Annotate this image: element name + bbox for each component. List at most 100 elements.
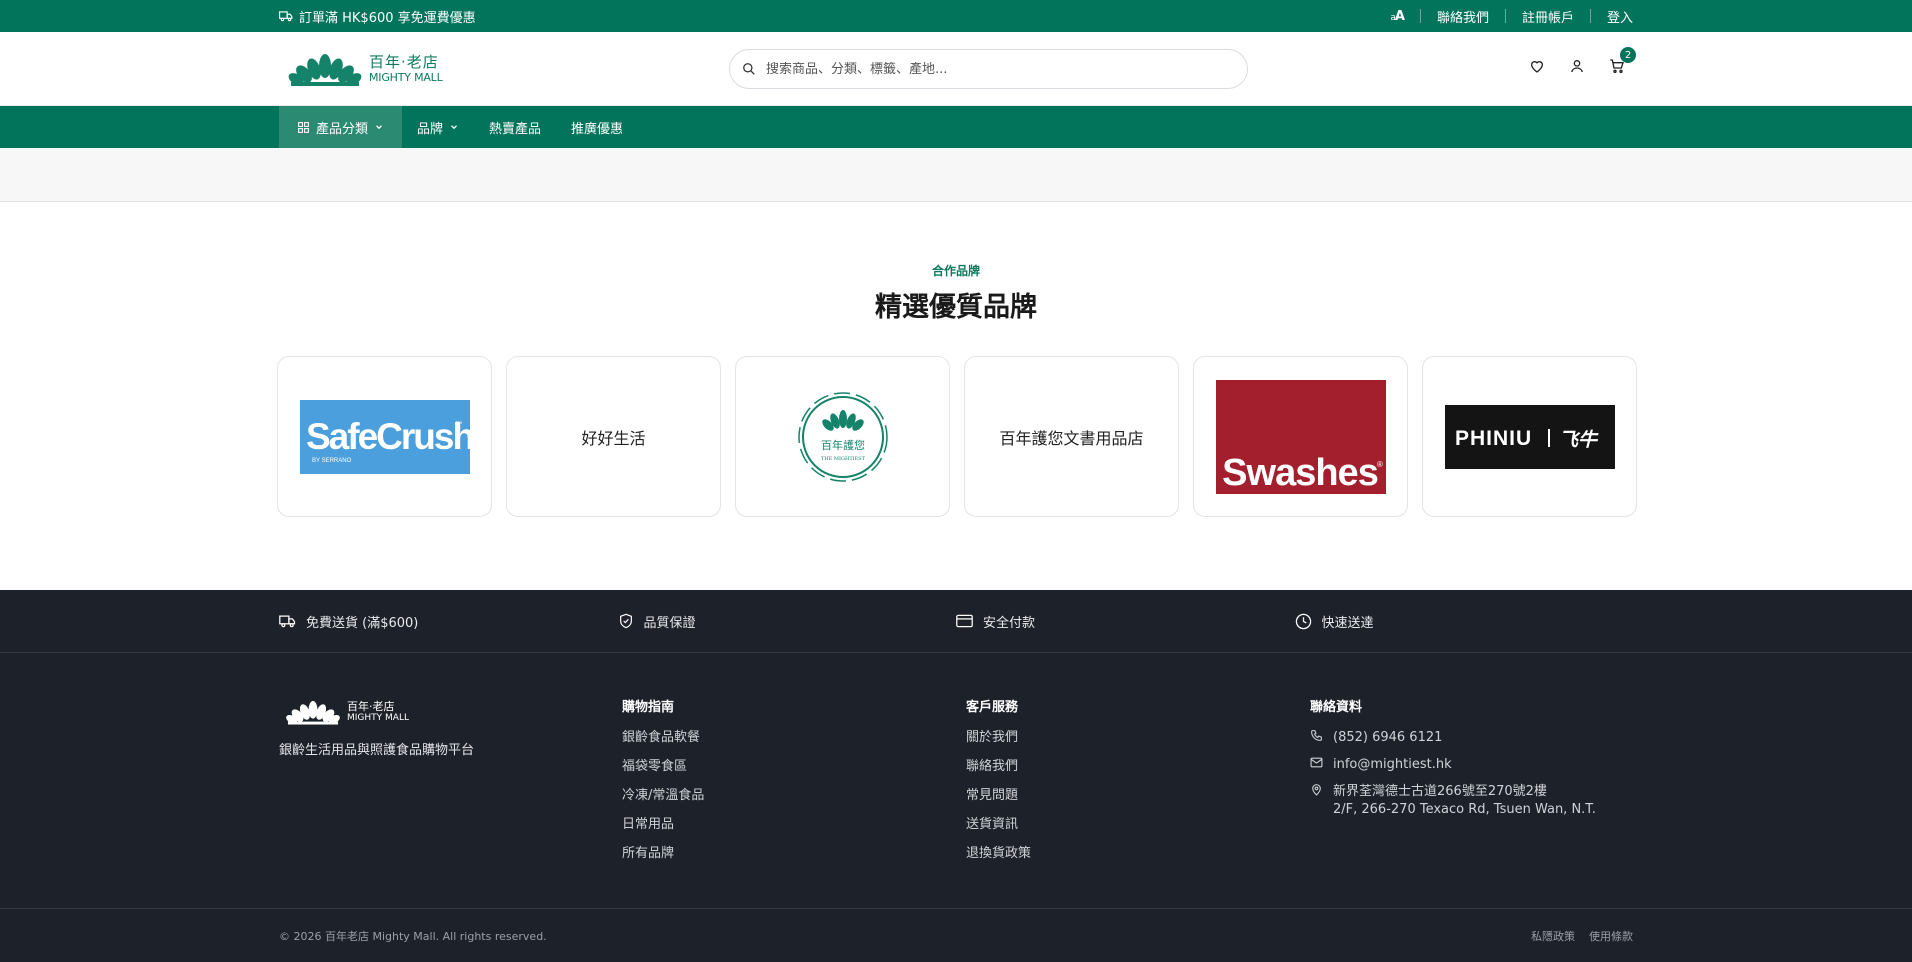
footer-service-column: 客戶服務 關於我們 聯絡我們 常見問題 送貨資訊 退換貨政策 <box>966 696 1031 874</box>
login-link[interactable]: 登入 <box>1607 7 1633 26</box>
feature-free-shipping: 免費送貨 (滿$600) <box>279 612 618 631</box>
footer-link[interactable]: 福袋零食區 <box>622 758 704 776</box>
main-nav: 產品分類 品牌 熱賣產品 推廣優惠 <box>0 106 1912 148</box>
safecrush-logo: SafeCrush BY SERRANO ™ <box>299 399 470 474</box>
brand-card-swashes[interactable]: Swashes ® <box>1193 356 1408 517</box>
divider <box>1504 9 1506 23</box>
footer-link[interactable]: 退換貨政策 <box>966 845 1031 863</box>
search-input[interactable] <box>766 61 1226 77</box>
nav-label: 品牌 <box>417 121 444 137</box>
search-icon <box>742 62 756 76</box>
truck-icon <box>279 10 293 22</box>
address-cn: 新界荃灣德士古道266號至270號2樓 <box>1333 784 1547 799</box>
feature-label: 品質保證 <box>643 615 696 631</box>
svg-text:PHINIU: PHINIU <box>1455 427 1532 450</box>
footer-link[interactable]: 所有品牌 <box>622 845 704 863</box>
shield-icon <box>618 613 634 629</box>
column-heading: 購物指南 <box>622 700 675 715</box>
chevron-down-icon <box>449 122 459 132</box>
register-link[interactable]: 註冊帳戶 <box>1522 7 1574 26</box>
contact-link[interactable]: 聯絡我們 <box>1437 7 1489 26</box>
site-header: 百年·老店 MIGHTY MALL 2 <box>0 32 1912 106</box>
footer-link[interactable]: 日常用品 <box>622 816 704 834</box>
brand-card-phiniu[interactable]: PHINIU 飞牛 <box>1422 356 1637 517</box>
contact-phone[interactable]: (852) 6946 6121 <box>1310 729 1596 747</box>
peacock-logo-icon <box>288 53 362 86</box>
font-size-toggle[interactable]: aA <box>1390 9 1405 24</box>
feature-secure-payment: 安全付款 <box>956 612 1295 631</box>
footer-link[interactable]: 銀齡食品軟餐 <box>622 729 704 747</box>
chevron-down-icon <box>374 122 384 132</box>
site-footer: 免費送貨 (滿$600) 品質保證 安全付款 快速送達 百年·老店 MIGHTY… <box>0 590 1912 962</box>
search-bar[interactable] <box>729 49 1248 89</box>
footer-link[interactable]: 聯絡我們 <box>966 758 1031 776</box>
feature-fast-delivery: 快速送達 <box>1295 612 1634 631</box>
logo-text: 百年·老店 MIGHTY MALL <box>369 52 443 84</box>
brand-card-mightiest[interactable]: 百年護您 THE MIGHTIEST <box>735 356 950 517</box>
brand-cards: SafeCrush BY SERRANO ™ 好好生活 百年護您 THE MIG… <box>277 356 1637 517</box>
user-icon[interactable] <box>1569 58 1585 74</box>
svg-text:飞牛: 飞牛 <box>1559 429 1599 451</box>
svg-text:Swashes: Swashes <box>1222 452 1378 494</box>
svg-text:THE MIGHTIEST: THE MIGHTIEST <box>820 456 865 462</box>
clock-icon <box>1295 613 1312 630</box>
brand-card-stationery[interactable]: 百年護您文書用品店 <box>964 356 1179 517</box>
footer-link[interactable]: 常見問題 <box>966 787 1031 805</box>
svg-text:百年護您: 百年護您 <box>821 438 865 452</box>
copyright: © 2026 百年老店 Mighty Mall. All rights rese… <box>279 930 547 943</box>
top-links: aA 聯絡我們 註冊帳戶 登入 <box>1390 7 1633 26</box>
section-title: 精選優質品牌 <box>875 292 1037 323</box>
svg-text:®: ® <box>1377 460 1383 469</box>
breadcrumb-strip <box>0 148 1912 202</box>
nav-label: 推廣優惠 <box>571 121 624 137</box>
nav-label: 產品分類 <box>316 121 369 137</box>
mightiest-logo: 百年護您 THE MIGHTIEST <box>797 391 888 482</box>
logo-en: MIGHTY MALL <box>347 713 409 723</box>
phiniu-logo: PHINIU 飞牛 <box>1444 404 1615 469</box>
top-announcement-bar: 訂單滿 HK$600 享免運費優惠 aA 聯絡我們 註冊帳戶 登入 <box>0 0 1912 32</box>
nav-categories[interactable]: 產品分類 <box>279 106 403 148</box>
mail-icon <box>1310 756 1323 774</box>
privacy-link[interactable]: 私隱政策 <box>1531 928 1575 944</box>
feature-bar: 免費送貨 (滿$600) 品質保證 安全付款 快速送達 <box>0 590 1912 653</box>
footer-logo[interactable]: 百年·老店 MIGHTY MALL <box>285 699 474 725</box>
nav-label: 熱賣產品 <box>489 121 542 137</box>
footer-link[interactable]: 關於我們 <box>966 729 1031 747</box>
grid-icon <box>297 121 310 134</box>
brand-card-safecrush[interactable]: SafeCrush BY SERRANO ™ <box>277 356 492 517</box>
brand-name: 好好生活 <box>581 428 646 448</box>
peacock-logo-icon <box>286 700 340 725</box>
contact-address: 新界荃灣德士古道266號至270號2樓 2/F, 266-270 Texaco … <box>1310 783 1596 819</box>
svg-text:BY SERRANO: BY SERRANO <box>312 458 352 464</box>
card-icon <box>956 614 973 628</box>
swashes-logo: Swashes ® <box>1215 379 1386 494</box>
location-icon <box>1310 783 1323 819</box>
terms-link[interactable]: 使用條款 <box>1589 928 1633 944</box>
footer-contact-column: 聯絡資料 (852) 6946 6121 info@mightiest.hk 新… <box>1310 696 1596 828</box>
column-heading: 聯絡資料 <box>1310 700 1363 715</box>
logo-cn: 百年·老店 <box>369 52 439 71</box>
nav-hot-products[interactable]: 熱賣產品 <box>474 106 556 148</box>
nav-promotions[interactable]: 推廣優惠 <box>556 106 638 148</box>
footer-link[interactable]: 送貨資訊 <box>966 816 1031 834</box>
heart-icon[interactable] <box>1529 58 1545 74</box>
svg-text:™: ™ <box>455 421 462 428</box>
footer-brand-column: 百年·老店 MIGHTY MALL 銀齡生活用品與照護食品購物平台 <box>279 699 474 758</box>
brand-card-haohao[interactable]: 好好生活 <box>506 356 721 517</box>
phone-icon <box>1310 729 1323 747</box>
column-heading: 客戶服務 <box>966 700 1019 715</box>
legal-links: 私隱政策 使用條款 <box>1531 928 1633 944</box>
truck-icon <box>279 614 296 628</box>
contact-email[interactable]: info@mightiest.hk <box>1310 756 1596 774</box>
footer-tagline: 銀齡生活用品與照護食品購物平台 <box>279 743 475 758</box>
section-eyebrow: 合作品牌 <box>931 264 980 278</box>
nav-brands[interactable]: 品牌 <box>402 106 474 148</box>
site-logo[interactable]: 百年·老店 MIGHTY MALL <box>287 48 447 90</box>
footer-link[interactable]: 冷凍/常溫食品 <box>622 787 704 805</box>
free-shipping-promo: 訂單滿 HK$600 享免運費優惠 <box>279 7 476 26</box>
logo-en: MIGHTY MALL <box>369 70 443 84</box>
cart-icon[interactable]: 2 <box>1609 47 1636 74</box>
header-actions: 2 <box>1529 47 1636 74</box>
promo-text: 訂單滿 HK$600 享免運費優惠 <box>299 10 476 26</box>
logo-cn: 百年·老店 <box>347 700 395 713</box>
